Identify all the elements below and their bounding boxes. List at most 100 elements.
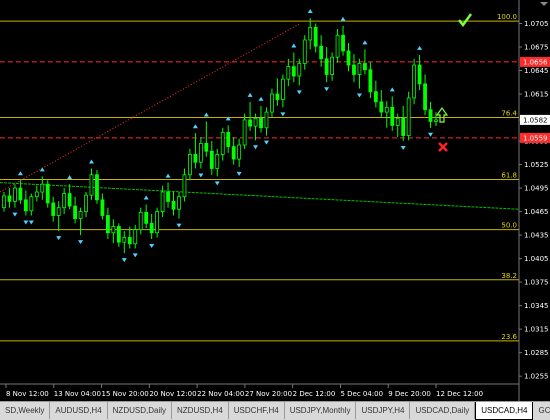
candle <box>412 64 417 99</box>
time-label: 15 Nov 20:00 <box>102 390 149 398</box>
candle <box>45 183 50 204</box>
candle <box>280 78 285 100</box>
candle <box>324 58 329 75</box>
candle <box>56 207 61 216</box>
time-label: 5 Dec 04:00 <box>340 390 383 398</box>
candle <box>7 195 12 202</box>
chart-area[interactable]: 100.0 76.4 61.8 50.0 38.2 23.6 1.0705 1.0675 1.… <box>0 0 550 419</box>
price-label: 1.0525 <box>524 161 549 169</box>
candle <box>226 132 231 147</box>
candle <box>330 56 335 75</box>
price-label: 1.0405 <box>524 255 549 263</box>
price-label: 1.0615 <box>524 91 549 99</box>
candle <box>423 83 427 111</box>
candle <box>373 91 378 103</box>
fib-level-label: 100.0 <box>497 13 517 21</box>
candle <box>177 196 181 210</box>
candle <box>242 119 247 146</box>
candle <box>198 143 203 163</box>
candle <box>51 202 56 216</box>
candle <box>313 27 318 47</box>
chart-tab[interactable]: USDCHF,H4 <box>229 402 285 419</box>
candle <box>302 39 307 64</box>
fib-level-label: 38.2 <box>501 272 517 280</box>
time-label: 20 Nov 12:00 <box>149 390 196 398</box>
price-label: 1.0315 <box>524 326 549 334</box>
price-label: 1.0435 <box>524 232 549 240</box>
price-label: 1.0645 <box>524 67 549 75</box>
chart-tab[interactable]: USDCAD,Daily <box>410 402 476 419</box>
candle <box>13 187 17 202</box>
price-badge-label: 1.0656 <box>523 58 548 66</box>
price-label: 1.0465 <box>524 208 549 216</box>
candle <box>319 45 324 60</box>
candle <box>308 27 313 41</box>
candle <box>357 63 362 75</box>
candle <box>73 205 77 220</box>
candle <box>127 237 132 245</box>
candle <box>23 199 28 212</box>
candle <box>188 153 192 176</box>
chart-tab[interactable]: USDJPY,H4 <box>356 402 411 419</box>
candle <box>231 146 236 160</box>
candle <box>149 222 154 234</box>
candle <box>335 34 340 58</box>
fib-level-label: 76.4 <box>501 110 517 118</box>
time-label: 13 Nov 04:00 <box>54 390 101 398</box>
candle <box>275 93 280 100</box>
candle <box>166 191 170 202</box>
candle <box>105 215 110 234</box>
candle <box>379 101 384 113</box>
candle <box>368 69 373 93</box>
candle <box>29 196 34 212</box>
chart-tab[interactable]: AUDUSD,H4 <box>50 402 108 419</box>
candle <box>253 117 258 127</box>
time-label: 22 Nov 04:00 <box>197 390 244 398</box>
candle <box>84 194 88 212</box>
candle <box>401 117 406 136</box>
candle <box>62 193 67 209</box>
candle <box>237 144 242 160</box>
price-label: 1.0705 <box>524 20 549 28</box>
candle <box>204 143 209 152</box>
candle <box>417 64 422 85</box>
chart-tab[interactable]: GC <box>533 402 550 419</box>
price-label: 1.0285 <box>524 349 549 357</box>
time-label: 12 Dec 12:00 <box>436 390 483 398</box>
time-label: 27 Nov 20:00 <box>245 390 292 398</box>
chart-tab[interactable]: USDJPY,Monthly <box>285 402 357 419</box>
chart-tab[interactable]: USDCAD,H4 <box>475 402 534 420</box>
price-chart[interactable]: 100.0 76.4 61.8 50.0 38.2 23.6 1.0705 1.0675 1.… <box>0 0 550 401</box>
candle <box>116 226 121 243</box>
candle <box>67 193 72 207</box>
candle <box>89 174 94 196</box>
candle <box>2 195 6 209</box>
candle <box>384 106 389 113</box>
candle <box>215 153 220 169</box>
candle <box>286 66 291 80</box>
candle <box>363 63 367 71</box>
candle <box>297 63 302 77</box>
time-label: 8 Nov 12:00 <box>6 390 49 398</box>
fib-level-label: 61.8 <box>501 171 517 179</box>
chart-tab[interactable]: NZDUSD,H4 <box>172 402 229 419</box>
candle <box>352 64 356 75</box>
candle <box>40 183 45 193</box>
candle <box>428 109 433 122</box>
price-label: 1.0675 <box>524 44 549 52</box>
price-badge-label: 1.0559 <box>523 134 548 142</box>
candle <box>160 191 165 212</box>
candle <box>95 174 99 201</box>
time-label: 9 Dec 20:00 <box>388 390 431 398</box>
chart-tab[interactable]: NZDUSD,Daily <box>108 402 172 419</box>
candle <box>248 119 252 127</box>
candle <box>264 111 269 129</box>
candle <box>122 237 127 243</box>
candle <box>406 97 411 136</box>
fib-level-label: 50.0 <box>501 222 517 230</box>
chart-tab[interactable]: SD,Weekly <box>0 402 51 419</box>
price-label: 1.0255 <box>524 373 549 381</box>
price-label: 1.0375 <box>524 279 549 287</box>
price-label: 1.0345 <box>524 302 549 310</box>
candle <box>111 226 116 234</box>
